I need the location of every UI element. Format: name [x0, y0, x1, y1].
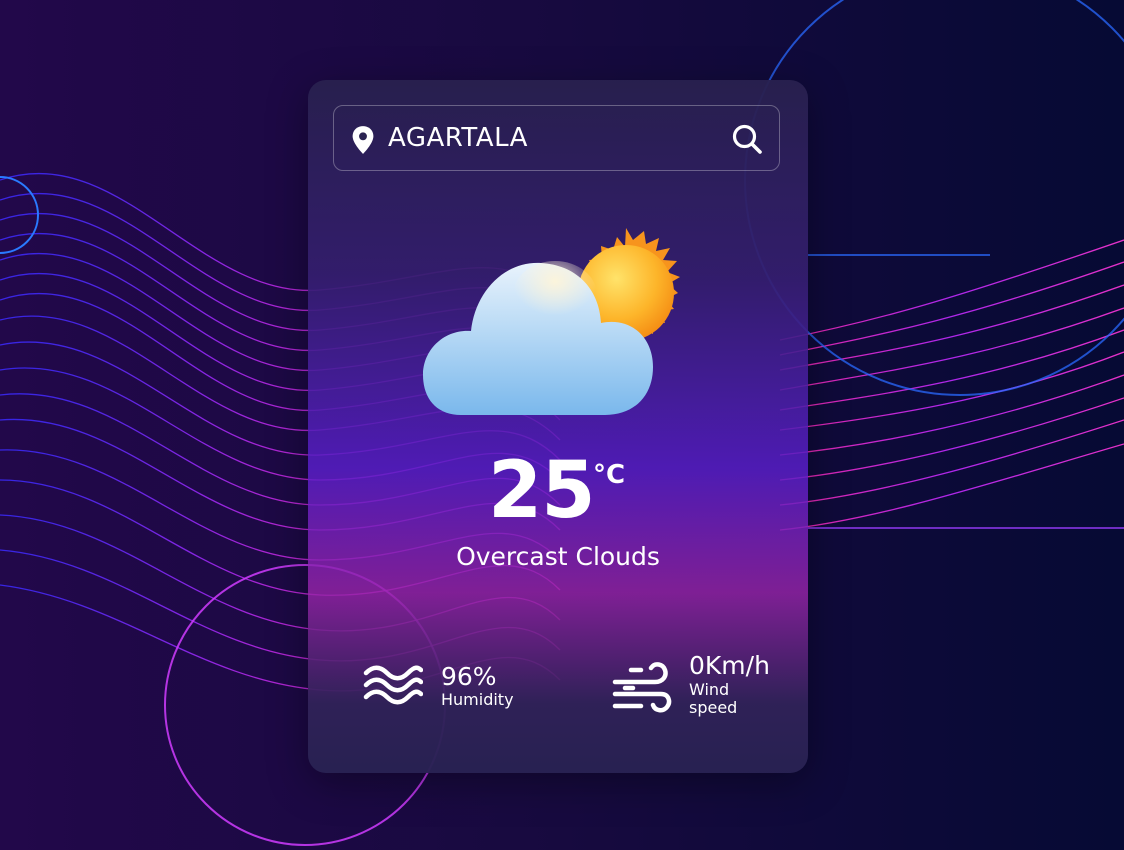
weather-card: AGARTALA 25 °C Overcast Clouds 96% Humid… — [308, 80, 808, 773]
temperature-value: 25 — [488, 446, 596, 536]
weather-description: Overcast Clouds — [456, 542, 660, 571]
search-bar[interactable]: AGARTALA — [333, 105, 780, 171]
humidity-label: Humidity — [441, 690, 514, 709]
city-name[interactable]: AGARTALA — [388, 122, 528, 154]
wind-speed-label-line1: Wind — [689, 680, 730, 699]
wind-speed-value: 0Km/h — [689, 651, 770, 680]
humidity-value: 96% — [441, 662, 497, 691]
cloud-sun-icon — [423, 228, 680, 415]
wind-icon — [612, 662, 672, 713]
search-icon[interactable] — [729, 121, 765, 157]
map-pin-icon — [352, 126, 374, 154]
waves-icon — [363, 665, 423, 705]
temperature-unit: °C — [593, 460, 626, 490]
wind-speed-label-line2: speed — [689, 698, 738, 717]
